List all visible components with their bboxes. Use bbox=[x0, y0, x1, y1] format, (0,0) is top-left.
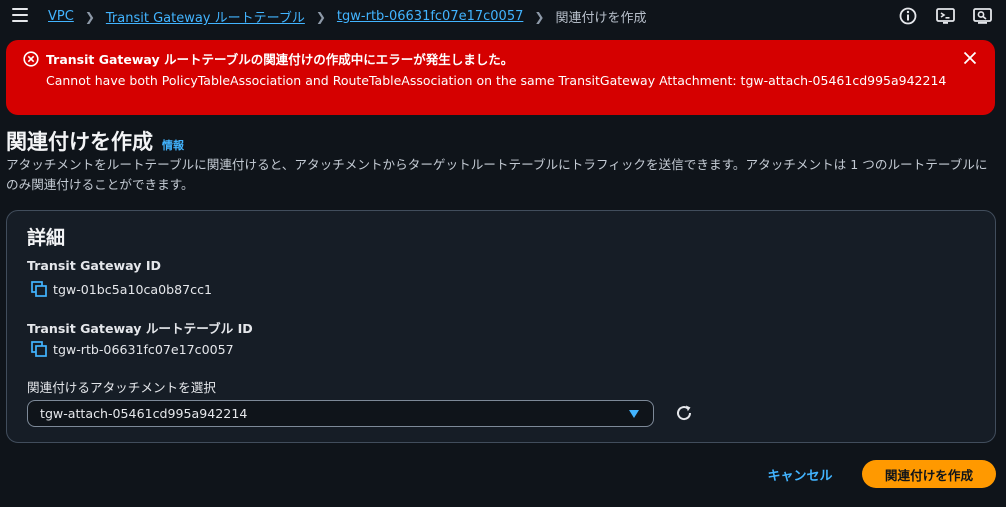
close-icon[interactable] bbox=[963, 51, 977, 65]
tgw-id-value: tgw-01bc5a10ca0b87cc1 bbox=[31, 281, 212, 297]
route-table-id-label: Transit Gateway ルートテーブル ID bbox=[27, 321, 253, 336]
chevron-right-icon: ❯ bbox=[315, 9, 326, 24]
alert-title: Transit Gateway ルートテーブルの関連付けの作成中にエラーが発生し… bbox=[46, 52, 514, 67]
refresh-icon[interactable] bbox=[674, 403, 694, 423]
error-icon bbox=[23, 51, 39, 67]
notifications-icon[interactable] bbox=[972, 6, 992, 26]
details-panel: 詳細 Transit Gateway ID tgw-01bc5a10ca0b87… bbox=[6, 210, 996, 443]
route-table-id-value: tgw-rtb-06631fc07e17c0057 bbox=[31, 341, 234, 357]
chevron-right-icon: ❯ bbox=[534, 9, 545, 24]
info-circle-icon[interactable] bbox=[898, 6, 918, 26]
cancel-button[interactable]: キャンセル bbox=[752, 460, 848, 488]
attachment-select-value: tgw-attach-05461cd995a942214 bbox=[40, 406, 248, 421]
error-alert: Transit Gateway ルートテーブルの関連付けの作成中にエラーが発生し… bbox=[6, 40, 995, 115]
cloudshell-icon[interactable] bbox=[935, 6, 955, 26]
attachment-select-label: 関連付けるアタッチメントを選択 bbox=[27, 380, 216, 395]
breadcrumb-route-table-id[interactable]: tgw-rtb-06631fc07e17c0057 bbox=[337, 9, 523, 24]
tgw-id-label: Transit Gateway ID bbox=[27, 258, 161, 273]
breadcrumb-route-tables[interactable]: Transit Gateway ルートテーブル bbox=[106, 7, 305, 26]
top-navigation-bar: VPC ❯ Transit Gateway ルートテーブル ❯ tgw-rtb-… bbox=[0, 0, 1006, 34]
caret-down-icon bbox=[629, 410, 639, 418]
breadcrumb: VPC ❯ Transit Gateway ルートテーブル ❯ tgw-rtb-… bbox=[48, 7, 646, 26]
breadcrumb-vpc[interactable]: VPC bbox=[48, 9, 74, 24]
top-icons bbox=[898, 6, 992, 26]
route-table-id-text: tgw-rtb-06631fc07e17c0057 bbox=[53, 341, 234, 357]
page-title: 関連付けを作成 bbox=[6, 130, 153, 154]
info-link[interactable]: 情報 bbox=[162, 137, 184, 153]
create-association-button[interactable]: 関連付けを作成 bbox=[862, 460, 996, 488]
alert-message: Cannot have both PolicyTableAssociation … bbox=[46, 73, 947, 88]
attachment-select[interactable]: tgw-attach-05461cd995a942214 bbox=[27, 400, 654, 427]
copy-icon[interactable] bbox=[31, 341, 47, 357]
menu-icon[interactable] bbox=[12, 8, 28, 22]
panel-heading: 詳細 bbox=[27, 227, 66, 249]
chevron-right-icon: ❯ bbox=[84, 9, 95, 24]
page-description: アタッチメントをルートテーブルに関連付けると、アタッチメントからターゲットルート… bbox=[6, 157, 988, 192]
page-header: 関連付けを作成 情報 bbox=[6, 126, 184, 156]
tgw-id-text: tgw-01bc5a10ca0b87cc1 bbox=[53, 281, 213, 297]
breadcrumb-current: 関連付けを作成 bbox=[555, 11, 647, 26]
copy-icon[interactable] bbox=[31, 281, 47, 297]
